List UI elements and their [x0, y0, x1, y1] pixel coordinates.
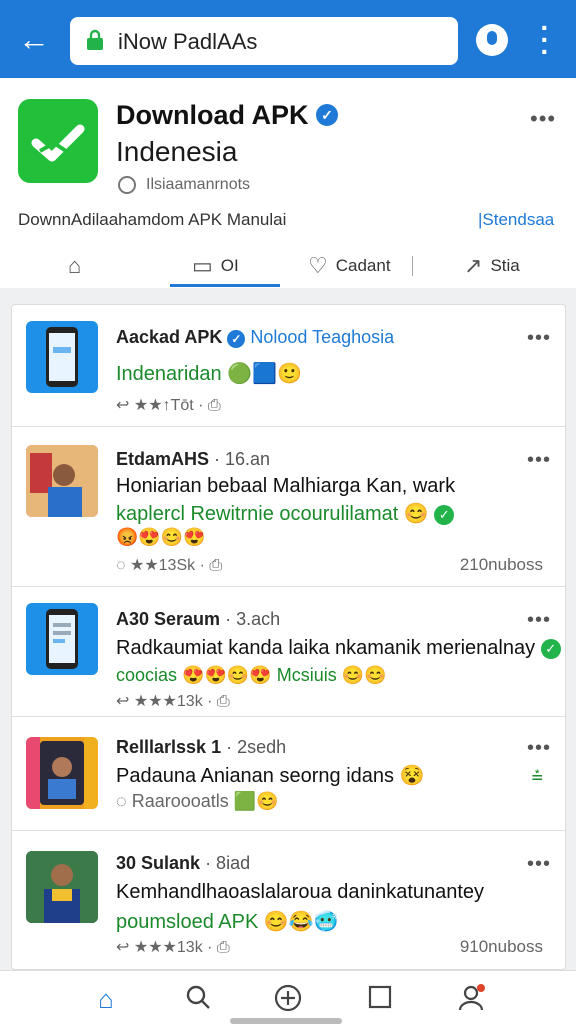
post-stats: ↩ ★★★13k · ⎙: [116, 693, 230, 710]
page-title: Download APK: [116, 100, 309, 130]
emoji-icons: 😊😂🥶: [263, 911, 339, 933]
emoji-icons: 🟢🟦🙂: [227, 363, 302, 385]
reaction-emojis: 😡😍😊😍: [116, 527, 206, 547]
verified-badge-icon: ✓: [227, 330, 246, 348]
emoji-icons: 😵: [399, 765, 425, 787]
bookmark-icon[interactable]: ⎙: [208, 397, 221, 414]
share-icon[interactable]: ↩: [116, 397, 129, 414]
heart-icon: ♡: [308, 253, 328, 278]
list-item[interactable]: Relllarlssk 1 · 2sedh Padauna Anianan se…: [12, 717, 565, 831]
address-bar[interactable]: iNow PadlAAs: [70, 17, 458, 65]
post-author[interactable]: 30 Sulank · 8iad: [116, 853, 250, 874]
share-icon[interactable]: ↩: [116, 693, 129, 710]
add-icon[interactable]: [272, 983, 304, 1015]
post-text: Kemhandlhaoaslalaroua daninkatunantey: [116, 881, 485, 903]
share-label: Stia: [490, 256, 520, 275]
home-icon[interactable]: ⌂: [90, 983, 122, 1015]
list-item[interactable]: 30 Sulank · 8iad Kemhandlhaoaslalaroua d…: [12, 831, 565, 969]
share-action[interactable]: ↗ Stia: [464, 246, 520, 286]
gesture-bar: [230, 1018, 342, 1024]
share-icon[interactable]: ↩: [116, 939, 129, 956]
post-views: 210nuboss: [459, 555, 543, 574]
description: DownnAdilaahamdom APK Manulai: [18, 210, 287, 229]
url-text[interactable]: iNow PadlAAs: [118, 29, 257, 55]
emoji-icons: 🟩😊: [233, 791, 279, 811]
home-icon: ⌂: [68, 253, 82, 278]
post-author[interactable]: Relllarlssk 1 · 2sedh: [116, 737, 286, 758]
post-thumbnail: [26, 603, 98, 675]
bottom-navigation: ⌂: [0, 970, 576, 1024]
share-icon: ↗: [464, 253, 483, 278]
info-icon: [118, 176, 136, 194]
app-header-card: Download APK ✓ Indenesia Ilsiaamanrnots …: [0, 78, 576, 288]
list-item[interactable]: Aackad APK ✓ Nolood Teaghosia Indenarida…: [12, 305, 565, 427]
lock-icon: [87, 29, 103, 50]
download-arrow-icon: [31, 124, 85, 162]
post-stats: ◌ ★★13Sk · ⎙: [116, 557, 223, 574]
home-action[interactable]: ⌂: [68, 246, 81, 286]
comment-action[interactable]: ▭ OI: [192, 246, 239, 286]
post-author[interactable]: EtdamAHS · 16.an: [116, 449, 270, 470]
kebab-icon[interactable]: · · ·: [530, 14, 560, 66]
bookmark-icon[interactable]: ⎙: [217, 693, 230, 710]
post-stats: ◌ Raaroooatls 🟩😊: [116, 791, 279, 811]
mic-icon[interactable]: [476, 24, 508, 56]
bookmark-icon[interactable]: ⎙: [217, 939, 230, 956]
action-bar: ⌂ ▭ OI ♡ Cadant ↗ Stia: [0, 246, 576, 288]
like-label: Cadant: [335, 256, 391, 275]
post-author[interactable]: Aackad APK ✓ Nolood Teaghosia: [116, 327, 394, 348]
boost-icon[interactable]: ⩮: [531, 765, 543, 788]
arrow-left-icon[interactable]: ←: [18, 23, 52, 58]
profile-icon[interactable]: [456, 983, 488, 1015]
more-icon[interactable]: •••: [527, 327, 551, 350]
more-icon[interactable]: •••: [527, 449, 551, 472]
post-thumbnail: [26, 737, 98, 809]
post-tagline: poumsloed APK 😊😂🥶: [116, 911, 339, 933]
square-icon[interactable]: [364, 983, 396, 1015]
page-subtitle: Indenesia: [116, 136, 238, 167]
post-thumbnail: [26, 851, 98, 923]
divider: [412, 256, 413, 276]
more-icon[interactable]: •••: [527, 737, 551, 760]
more-icon[interactable]: •••: [527, 853, 551, 876]
feed-list: Aackad APK ✓ Nolood Teaghosia Indenarida…: [11, 304, 566, 970]
emoji-icons: 😊: [403, 503, 429, 525]
app-logo: [18, 99, 98, 183]
top-app-bar: ← iNow PadlAAs · · ·: [0, 0, 576, 78]
emoji-icons: 😍😍😊😍: [182, 665, 272, 685]
list-item[interactable]: EtdamAHS · 16.an Honiarian bebaal Malhia…: [12, 427, 565, 587]
check-icon: ✓: [434, 504, 455, 525]
post-thumbnail: [26, 321, 98, 393]
app-meta: Ilsiaamanrnots: [146, 176, 251, 193]
emoji-icons: 😊😊: [341, 665, 387, 685]
search-icon[interactable]: [182, 983, 214, 1015]
check-icon: ✓: [540, 638, 561, 659]
post-views: 910nuboss: [459, 937, 543, 956]
post-thumbnail: [26, 445, 98, 517]
post-tagline: kaplercl Rewitrnie ocourulilamat 😊 ✓: [116, 501, 455, 526]
list-item[interactable]: A30 Seraum · 3.ach Radkaumiat kanda laik…: [12, 587, 565, 717]
post-author[interactable]: A30 Seraum · 3.ach: [116, 609, 280, 630]
more-icon[interactable]: •••: [527, 609, 551, 632]
comment-icon[interactable]: ◌: [116, 557, 126, 574]
chat-icon: ▭: [192, 253, 213, 278]
verified-badge-icon: ✓: [316, 104, 338, 126]
post-stats: ↩ ★★↑Tōt · ⎙: [116, 397, 221, 414]
comment-label: OI: [220, 256, 239, 275]
post-tagline: Indenaridan 🟢🟦🙂: [116, 363, 302, 385]
post-text: Padauna Anianan seorng idans 😵: [116, 765, 425, 787]
post-text: Honiarian bebaal Malhiarga Kan, wark: [116, 475, 456, 497]
shield-icon: ◌: [116, 791, 127, 811]
post-text: Radkaumiat kanda laika nkamanik merienal…: [116, 637, 561, 660]
more-icon[interactable]: •••: [530, 106, 556, 132]
bookmark-icon[interactable]: ⎙: [209, 557, 222, 574]
active-tab-indicator: [170, 284, 280, 287]
like-action[interactable]: ♡ Cadant: [308, 246, 391, 286]
post-tagline: coocias 😍😍😊😍 Mcsiuis 😊😊: [116, 665, 387, 685]
description-link[interactable]: |Stendsaa: [478, 210, 554, 230]
post-stats: ↩ ★★★13k · ⎙: [116, 939, 230, 956]
